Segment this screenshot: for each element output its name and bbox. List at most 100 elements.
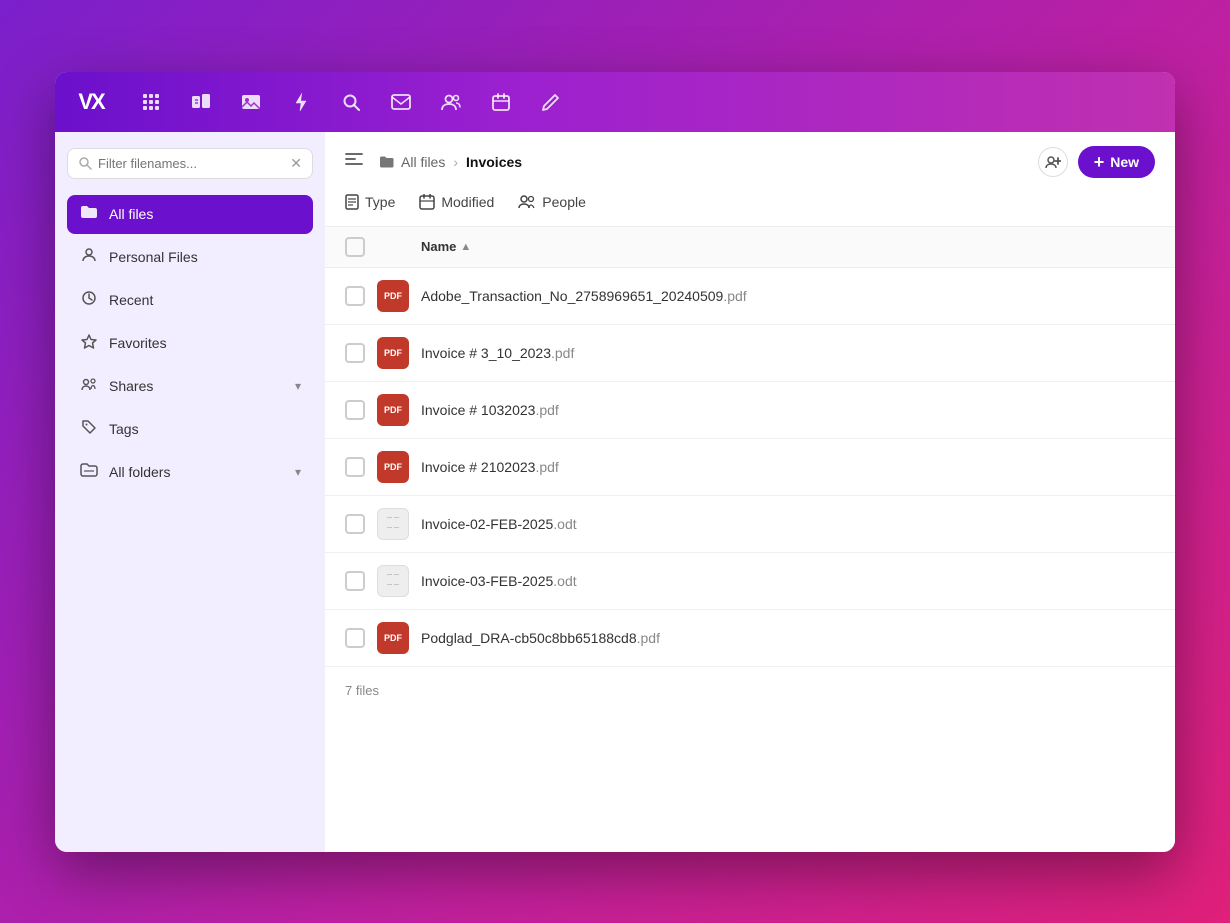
file-checkbox-5[interactable] bbox=[345, 514, 365, 534]
select-all-checkbox[interactable] bbox=[345, 237, 365, 257]
search-small-icon bbox=[78, 156, 92, 170]
table-row[interactable]: PDF Invoice # 3_10_2023.pdf bbox=[325, 325, 1175, 382]
name-column-header[interactable]: Name ▲ bbox=[421, 239, 1155, 254]
breadcrumb-all-files[interactable]: All files bbox=[379, 154, 445, 170]
bolt-icon[interactable] bbox=[285, 86, 317, 118]
sidebar-personal-label: Personal Files bbox=[109, 249, 198, 265]
modified-filter-label: Modified bbox=[441, 194, 494, 210]
file-checkbox-3[interactable] bbox=[345, 400, 365, 420]
new-button-label: New bbox=[1110, 154, 1139, 170]
sidebar-item-personal-files[interactable]: Personal Files bbox=[67, 238, 313, 277]
grid-icon[interactable] bbox=[135, 86, 167, 118]
new-button-icon: + bbox=[1094, 153, 1105, 171]
breadcrumb-parent-label: All files bbox=[401, 154, 445, 170]
sidebar-item-all-files[interactable]: All files bbox=[67, 195, 313, 234]
all-files-icon bbox=[79, 204, 99, 225]
shares-icon bbox=[79, 376, 99, 397]
column-header: Name ▲ bbox=[325, 227, 1175, 268]
add-people-button[interactable] bbox=[1038, 147, 1068, 177]
pane-header: All files › Invoices bbox=[325, 132, 1175, 227]
breadcrumb-folder-icon bbox=[379, 155, 395, 169]
type-icon bbox=[345, 194, 359, 210]
sidebar-recent-label: Recent bbox=[109, 292, 153, 308]
type-filter-button[interactable]: Type bbox=[345, 190, 395, 214]
clear-search-button[interactable]: ✕ bbox=[290, 155, 302, 172]
file-pane: All files › Invoices bbox=[325, 132, 1175, 852]
file-icon-1: PDF bbox=[377, 280, 409, 312]
edit-icon[interactable] bbox=[535, 86, 567, 118]
new-button[interactable]: + New bbox=[1078, 146, 1155, 178]
photos-icon[interactable] bbox=[235, 86, 267, 118]
file-checkbox-4[interactable] bbox=[345, 457, 365, 477]
file-count: 7 files bbox=[325, 667, 1175, 714]
type-filter-label: Type bbox=[365, 194, 395, 210]
file-checkbox-1[interactable] bbox=[345, 286, 365, 306]
file-checkbox-2[interactable] bbox=[345, 343, 365, 363]
table-row[interactable]: PDF Invoice # 2102023.pdf bbox=[325, 439, 1175, 496]
app-logo[interactable]: VX bbox=[71, 82, 111, 122]
sidebar-all-folders-label: All folders bbox=[109, 464, 170, 480]
sidebar-item-recent[interactable]: Recent bbox=[67, 281, 313, 320]
breadcrumb-separator: › bbox=[453, 154, 458, 170]
table-row[interactable]: ─ ─ ─ ─ Invoice-03-FEB-2025.odt bbox=[325, 553, 1175, 610]
sidebar-item-tags[interactable]: Tags bbox=[67, 410, 313, 449]
calendar-small-icon bbox=[419, 194, 435, 210]
file-checkbox-7[interactable] bbox=[345, 628, 365, 648]
table-row[interactable]: PDF Invoice # 1032023.pdf bbox=[325, 382, 1175, 439]
sidebar-tags-label: Tags bbox=[109, 421, 139, 437]
personal-files-icon bbox=[79, 247, 99, 268]
sidebar: ✕ All files Personal Files bbox=[55, 132, 325, 852]
filter-input[interactable] bbox=[98, 156, 284, 171]
people-small-icon bbox=[518, 195, 536, 209]
file-icon-5: ─ ─ ─ ─ bbox=[377, 508, 409, 540]
file-name-1: Adobe_Transaction_No_2758969651_20240509… bbox=[421, 288, 1155, 304]
collapse-sidebar-icon[interactable] bbox=[345, 152, 363, 171]
topbar: VX bbox=[55, 72, 1175, 132]
files-icon[interactable] bbox=[185, 86, 217, 118]
file-checkbox-6[interactable] bbox=[345, 571, 365, 591]
sidebar-item-shares[interactable]: Shares ▾ bbox=[67, 367, 313, 406]
all-folders-chevron-icon: ▾ bbox=[295, 465, 301, 479]
table-row[interactable]: PDF Podglad_DRA-cb50c8bb65188cd8.pdf bbox=[325, 610, 1175, 667]
recent-icon bbox=[79, 290, 99, 311]
file-icon-7: PDF bbox=[377, 622, 409, 654]
sidebar-all-files-label: All files bbox=[109, 206, 153, 222]
main-area: ✕ All files Personal Files bbox=[55, 132, 1175, 852]
search-icon[interactable] bbox=[335, 86, 367, 118]
file-icon-3: PDF bbox=[377, 394, 409, 426]
file-name-5: Invoice-02-FEB-2025.odt bbox=[421, 516, 1155, 532]
name-label: Name bbox=[421, 239, 456, 254]
file-name-2: Invoice # 3_10_2023.pdf bbox=[421, 345, 1155, 361]
breadcrumb-current-label: Invoices bbox=[466, 154, 522, 170]
all-folders-icon bbox=[79, 462, 99, 483]
search-box[interactable]: ✕ bbox=[67, 148, 313, 179]
topbar-icons bbox=[135, 86, 567, 118]
filter-row: Type Modified bbox=[345, 190, 1155, 226]
mail-icon[interactable] bbox=[385, 86, 417, 118]
people-filter-label: People bbox=[542, 194, 586, 210]
file-icon-6: ─ ─ ─ ─ bbox=[377, 565, 409, 597]
tags-icon bbox=[79, 419, 99, 440]
calendar-icon[interactable] bbox=[485, 86, 517, 118]
sidebar-shares-label: Shares bbox=[109, 378, 153, 394]
people-filter-button[interactable]: People bbox=[518, 190, 586, 214]
sidebar-favorites-label: Favorites bbox=[109, 335, 167, 351]
table-row[interactable]: PDF Adobe_Transaction_No_2758969651_2024… bbox=[325, 268, 1175, 325]
breadcrumb-actions: + New bbox=[1038, 146, 1155, 178]
file-icon-2: PDF bbox=[377, 337, 409, 369]
breadcrumb-row: All files › Invoices bbox=[345, 146, 1155, 178]
contacts-icon[interactable] bbox=[435, 86, 467, 118]
favorites-icon bbox=[79, 333, 99, 354]
shares-chevron-icon: ▾ bbox=[295, 379, 301, 393]
sort-arrow-icon: ▲ bbox=[460, 241, 471, 253]
sidebar-item-all-folders[interactable]: All folders ▾ bbox=[67, 453, 313, 492]
file-name-6: Invoice-03-FEB-2025.odt bbox=[421, 573, 1155, 589]
modified-filter-button[interactable]: Modified bbox=[419, 190, 494, 214]
sidebar-item-favorites[interactable]: Favorites bbox=[67, 324, 313, 363]
file-list: PDF Adobe_Transaction_No_2758969651_2024… bbox=[325, 268, 1175, 852]
file-name-7: Podglad_DRA-cb50c8bb65188cd8.pdf bbox=[421, 630, 1155, 646]
file-name-4: Invoice # 2102023.pdf bbox=[421, 459, 1155, 475]
table-row[interactable]: ─ ─ ─ ─ Invoice-02-FEB-2025.odt bbox=[325, 496, 1175, 553]
app-window: VX bbox=[55, 72, 1175, 852]
file-name-3: Invoice # 1032023.pdf bbox=[421, 402, 1155, 418]
